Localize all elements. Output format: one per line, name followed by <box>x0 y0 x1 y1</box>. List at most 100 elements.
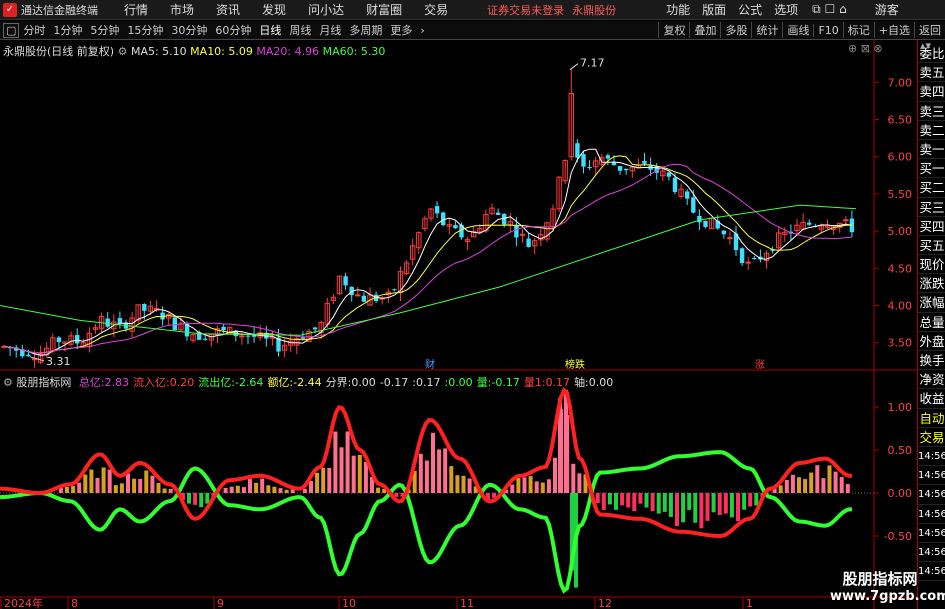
login-warning[interactable]: 证券交易未登录 <box>487 2 564 18</box>
period-weekly[interactable]: 周线 <box>285 22 315 38</box>
side-item[interactable]: 买三 <box>918 198 945 217</box>
menu-formula[interactable]: 公式 <box>732 1 768 18</box>
draw-line-button[interactable]: 画线 <box>782 22 813 38</box>
volume-bar <box>223 487 228 493</box>
menu-options[interactable]: 选项 <box>768 1 804 18</box>
volume-bar <box>284 489 289 493</box>
adjust-button[interactable]: 复权 <box>658 22 689 38</box>
volume-bar <box>601 493 606 510</box>
period-tick[interactable]: 分时 <box>19 22 49 38</box>
period-daily[interactable]: 日线 <box>255 22 285 38</box>
volume-bar <box>205 493 210 504</box>
side-item[interactable]: 买二 <box>918 178 945 198</box>
side-item[interactable]: 买一 <box>918 159 945 179</box>
add-watchlist-button[interactable]: +自选 <box>873 22 914 38</box>
period-30min[interactable]: 30分钟 <box>167 22 211 38</box>
volume-bar <box>278 488 283 493</box>
menu-news[interactable]: 资讯 <box>205 1 251 18</box>
multi-stock-button[interactable]: 多股 <box>720 22 751 38</box>
high-label: 7.17 <box>580 57 605 70</box>
period-60min[interactable]: 60分钟 <box>211 22 255 38</box>
volume-bar <box>839 476 844 493</box>
side-item[interactable]: 收益 <box>918 389 945 409</box>
volume-bar <box>803 479 808 493</box>
menu-function[interactable]: 功能 <box>660 1 696 18</box>
guest-label[interactable]: 游客 <box>869 1 905 18</box>
period-multi[interactable]: 多周期 <box>345 22 386 38</box>
candle-body <box>105 318 110 327</box>
mark-button[interactable]: 标记 <box>842 22 874 38</box>
volume-bar <box>571 463 576 493</box>
menu-market-quotes[interactable]: 行情 <box>113 1 159 18</box>
volume-bar <box>681 493 686 523</box>
volume-bar <box>260 478 265 493</box>
side-item[interactable]: 净资 <box>918 370 945 390</box>
chart-area[interactable]: 7.17 3.31 财 榜跌 涨 7.00 6.50 6.00 5.50 5.00 4.50 4.0… <box>0 40 917 609</box>
side-item[interactable]: 涨幅 <box>918 293 945 313</box>
menu-discover[interactable]: 发现 <box>251 1 297 18</box>
side-panel-arrows[interactable]: ▴▾ <box>920 39 942 53</box>
volume-bar <box>607 493 612 505</box>
menu-trade[interactable]: 交易 <box>413 1 459 18</box>
volume-bar <box>790 474 795 493</box>
volume-bar <box>107 469 112 493</box>
volume-bar <box>443 448 448 493</box>
volume-bar <box>327 467 332 493</box>
volume-bar <box>431 432 435 493</box>
menu-market[interactable]: 市场 <box>159 1 205 18</box>
volume-bar <box>827 465 832 493</box>
candle-body <box>617 166 623 171</box>
indicator-value: -0.17 <box>379 376 409 389</box>
app-logo-icon: ✓ <box>3 2 17 17</box>
candle-body <box>75 334 80 344</box>
volume-bar <box>199 493 204 508</box>
volume-bar <box>241 487 246 493</box>
candle-body <box>361 295 367 302</box>
volume-bar <box>662 493 667 512</box>
period-more[interactable]: 更多 <box>386 22 416 38</box>
overlay-button[interactable]: 叠加 <box>689 22 720 38</box>
candle-body <box>519 233 526 236</box>
side-item[interactable]: 买四 <box>918 217 945 236</box>
side-item[interactable]: 卖二 <box>918 121 945 140</box>
side-trade[interactable]: 交易 <box>918 428 945 447</box>
toolbar-grip-icon[interactable]: ▢ <box>3 22 20 38</box>
volume-bar <box>461 475 466 493</box>
indicator-settings-icon[interactable]: ⚙ <box>3 376 16 389</box>
menu-wealth[interactable]: 财富圈 <box>355 1 413 18</box>
indicator-info-line: ⚙ 股朋指标网 总亿:2.83 流入亿:0.20 流出亿:-2.64 额亿:-2.44… <box>3 374 613 390</box>
volume-bar <box>455 475 460 493</box>
date-label: 11 <box>460 597 474 609</box>
side-item[interactable]: 买五 <box>918 236 945 256</box>
side-item[interactable]: 外盘 <box>918 332 945 351</box>
back-button[interactable]: 返回 <box>914 22 945 38</box>
indicator-value: 分界:0.00 <box>325 376 376 389</box>
statistics-button[interactable]: 统计 <box>751 22 782 38</box>
side-item[interactable]: 卖五 <box>918 63 945 83</box>
volume-bar <box>784 480 789 493</box>
period-monthly[interactable]: 月线 <box>315 22 345 38</box>
f10-button[interactable]: F10 <box>813 23 842 37</box>
side-item[interactable]: 卖一 <box>918 140 945 160</box>
side-item[interactable]: 总量 <box>918 313 945 332</box>
candle-body <box>752 257 757 259</box>
side-item[interactable]: 卖四 <box>918 82 945 102</box>
price-axis-label: 7.00 <box>888 76 913 89</box>
side-auto[interactable]: 自动 <box>918 409 945 428</box>
side-item[interactable]: 现价 <box>918 255 945 275</box>
period-5min[interactable]: 5分钟 <box>86 22 123 38</box>
period-15min[interactable]: 15分钟 <box>123 22 167 38</box>
menu-layout[interactable]: 版面 <box>696 1 732 18</box>
window-buttons[interactable]: ⧉ ☐ ⌂ <box>806 2 853 17</box>
volume-bar <box>797 477 801 493</box>
date-label: 8 <box>71 597 78 609</box>
candle-body <box>502 213 507 225</box>
more-chevron-icon[interactable]: › <box>416 24 428 37</box>
menu-ask[interactable]: 问小达 <box>297 1 355 18</box>
side-item[interactable]: 换手 <box>918 351 945 371</box>
period-1min[interactable]: 1分钟 <box>49 22 86 38</box>
candle-body <box>172 317 177 331</box>
date-label: 1 <box>746 597 753 609</box>
side-item[interactable]: 卖三 <box>918 102 945 121</box>
side-item[interactable]: 涨跌 <box>918 274 945 294</box>
